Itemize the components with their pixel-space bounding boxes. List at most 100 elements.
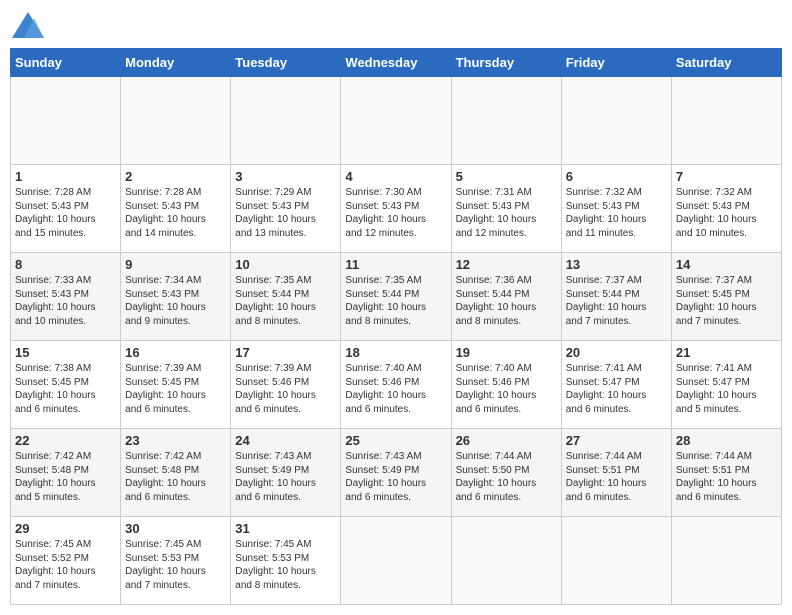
calendar-cell: 25 Sunrise: 7:43 AM Sunset: 5:49 PM Dayli…	[341, 429, 451, 517]
calendar-cell: 13 Sunrise: 7:37 AM Sunset: 5:44 PM Dayli…	[561, 253, 671, 341]
day-info: Sunrise: 7:45 AM Sunset: 5:53 PM Dayligh…	[125, 538, 226, 592]
weekday-header-saturday: Saturday	[671, 49, 781, 77]
calendar-cell: 20 Sunrise: 7:41 AM Sunset: 5:47 PM Dayli…	[561, 341, 671, 429]
calendar-cell: 24 Sunrise: 7:43 AM Sunset: 5:49 PM Dayli…	[231, 429, 341, 517]
day-number: 13	[566, 257, 667, 272]
calendar-cell: 14 Sunrise: 7:37 AM Sunset: 5:45 PM Dayli…	[671, 253, 781, 341]
day-number: 19	[456, 345, 557, 360]
day-info: Sunrise: 7:36 AM Sunset: 5:44 PM Dayligh…	[456, 274, 557, 328]
day-number: 20	[566, 345, 667, 360]
calendar-cell	[561, 77, 671, 165]
day-info: Sunrise: 7:41 AM Sunset: 5:47 PM Dayligh…	[566, 362, 667, 416]
day-number: 12	[456, 257, 557, 272]
day-number: 14	[676, 257, 777, 272]
day-info: Sunrise: 7:45 AM Sunset: 5:52 PM Dayligh…	[15, 538, 116, 592]
weekday-header-thursday: Thursday	[451, 49, 561, 77]
weekday-header-tuesday: Tuesday	[231, 49, 341, 77]
day-info: Sunrise: 7:34 AM Sunset: 5:43 PM Dayligh…	[125, 274, 226, 328]
day-info: Sunrise: 7:43 AM Sunset: 5:49 PM Dayligh…	[345, 450, 446, 504]
day-info: Sunrise: 7:31 AM Sunset: 5:43 PM Dayligh…	[456, 186, 557, 240]
day-number: 2	[125, 169, 226, 184]
day-number: 3	[235, 169, 336, 184]
day-info: Sunrise: 7:42 AM Sunset: 5:48 PM Dayligh…	[125, 450, 226, 504]
day-info: Sunrise: 7:44 AM Sunset: 5:50 PM Dayligh…	[456, 450, 557, 504]
calendar-cell	[341, 77, 451, 165]
day-number: 8	[15, 257, 116, 272]
calendar-cell: 9Sunrise: 7:34 AM Sunset: 5:43 PM Daylig…	[121, 253, 231, 341]
day-number: 29	[15, 521, 116, 536]
day-number: 23	[125, 433, 226, 448]
calendar-cell	[231, 77, 341, 165]
day-info: Sunrise: 7:37 AM Sunset: 5:44 PM Dayligh…	[566, 274, 667, 328]
day-number: 25	[345, 433, 446, 448]
weekday-header-friday: Friday	[561, 49, 671, 77]
calendar-cell: 2Sunrise: 7:28 AM Sunset: 5:43 PM Daylig…	[121, 165, 231, 253]
day-number: 1	[15, 169, 116, 184]
day-info: Sunrise: 7:30 AM Sunset: 5:43 PM Dayligh…	[345, 186, 446, 240]
day-number: 18	[345, 345, 446, 360]
calendar-cell	[451, 517, 561, 605]
logo	[10, 10, 50, 40]
day-number: 15	[15, 345, 116, 360]
day-number: 30	[125, 521, 226, 536]
day-info: Sunrise: 7:35 AM Sunset: 5:44 PM Dayligh…	[345, 274, 446, 328]
day-info: Sunrise: 7:43 AM Sunset: 5:49 PM Dayligh…	[235, 450, 336, 504]
day-info: Sunrise: 7:37 AM Sunset: 5:45 PM Dayligh…	[676, 274, 777, 328]
calendar-cell: 7Sunrise: 7:32 AM Sunset: 5:43 PM Daylig…	[671, 165, 781, 253]
day-number: 22	[15, 433, 116, 448]
day-info: Sunrise: 7:40 AM Sunset: 5:46 PM Dayligh…	[345, 362, 446, 416]
day-number: 27	[566, 433, 667, 448]
day-number: 11	[345, 257, 446, 272]
calendar-cell	[121, 77, 231, 165]
calendar-cell	[11, 77, 121, 165]
calendar-cell	[561, 517, 671, 605]
day-info: Sunrise: 7:40 AM Sunset: 5:46 PM Dayligh…	[456, 362, 557, 416]
day-number: 5	[456, 169, 557, 184]
calendar-cell: 26Sunrise: 7:44 AM Sunset: 5:50 PM Dayli…	[451, 429, 561, 517]
day-info: Sunrise: 7:44 AM Sunset: 5:51 PM Dayligh…	[566, 450, 667, 504]
calendar-cell: 22Sunrise: 7:42 AM Sunset: 5:48 PM Dayli…	[11, 429, 121, 517]
calendar-cell: 10 Sunrise: 7:35 AM Sunset: 5:44 PM Dayli…	[231, 253, 341, 341]
day-info: Sunrise: 7:29 AM Sunset: 5:43 PM Dayligh…	[235, 186, 336, 240]
calendar-cell: 21 Sunrise: 7:41 AM Sunset: 5:47 PM Dayli…	[671, 341, 781, 429]
day-info: Sunrise: 7:35 AM Sunset: 5:44 PM Dayligh…	[235, 274, 336, 328]
calendar-cell: 18 Sunrise: 7:40 AM Sunset: 5:46 PM Dayli…	[341, 341, 451, 429]
day-number: 28	[676, 433, 777, 448]
calendar-cell: 11 Sunrise: 7:35 AM Sunset: 5:44 PM Dayli…	[341, 253, 451, 341]
calendar-cell: 28 Sunrise: 7:44 AM Sunset: 5:51 PM Dayli…	[671, 429, 781, 517]
weekday-header-wednesday: Wednesday	[341, 49, 451, 77]
calendar-cell: 15 Sunrise: 7:38 AM Sunset: 5:45 PM Dayli…	[11, 341, 121, 429]
calendar-cell: 3 Sunrise: 7:29 AM Sunset: 5:43 PM Daylig…	[231, 165, 341, 253]
day-number: 16	[125, 345, 226, 360]
day-number: 17	[235, 345, 336, 360]
calendar-cell: 19 Sunrise: 7:40 AM Sunset: 5:46 PM Dayli…	[451, 341, 561, 429]
day-number: 31	[235, 521, 336, 536]
calendar-table: SundayMondayTuesdayWednesdayThursdayFrid…	[10, 48, 782, 605]
calendar-cell: 31 Sunrise: 7:45 AM Sunset: 5:53 PM Dayli…	[231, 517, 341, 605]
calendar-cell: 27 Sunrise: 7:44 AM Sunset: 5:51 PM Dayli…	[561, 429, 671, 517]
calendar-cell: 29 Sunrise: 7:45 AM Sunset: 5:52 PM Dayli…	[11, 517, 121, 605]
calendar-cell: 16Sunrise: 7:39 AM Sunset: 5:45 PM Dayli…	[121, 341, 231, 429]
calendar-cell: 5 Sunrise: 7:31 AM Sunset: 5:43 PM Daylig…	[451, 165, 561, 253]
calendar-cell	[341, 517, 451, 605]
day-number: 4	[345, 169, 446, 184]
day-info: Sunrise: 7:44 AM Sunset: 5:51 PM Dayligh…	[676, 450, 777, 504]
day-info: Sunrise: 7:32 AM Sunset: 5:43 PM Dayligh…	[566, 186, 667, 240]
day-info: Sunrise: 7:33 AM Sunset: 5:43 PM Dayligh…	[15, 274, 116, 328]
day-info: Sunrise: 7:41 AM Sunset: 5:47 PM Dayligh…	[676, 362, 777, 416]
calendar-cell: 23 Sunrise: 7:42 AM Sunset: 5:48 PM Dayli…	[121, 429, 231, 517]
day-info: Sunrise: 7:28 AM Sunset: 5:43 PM Dayligh…	[15, 186, 116, 240]
day-number: 24	[235, 433, 336, 448]
calendar-cell: 6Sunrise: 7:32 AM Sunset: 5:43 PM Daylig…	[561, 165, 671, 253]
calendar-cell	[671, 517, 781, 605]
day-info: Sunrise: 7:45 AM Sunset: 5:53 PM Dayligh…	[235, 538, 336, 592]
calendar-cell: 12 Sunrise: 7:36 AM Sunset: 5:44 PM Dayli…	[451, 253, 561, 341]
header	[10, 10, 782, 40]
calendar-cell	[451, 77, 561, 165]
calendar-cell: 30 Sunrise: 7:45 AM Sunset: 5:53 PM Dayli…	[121, 517, 231, 605]
calendar-cell: 4 Sunrise: 7:30 AM Sunset: 5:43 PM Daylig…	[341, 165, 451, 253]
day-number: 21	[676, 345, 777, 360]
day-number: 10	[235, 257, 336, 272]
day-info: Sunrise: 7:38 AM Sunset: 5:45 PM Dayligh…	[15, 362, 116, 416]
calendar-cell: 1 Sunrise: 7:28 AM Sunset: 5:43 PM Daylig…	[11, 165, 121, 253]
